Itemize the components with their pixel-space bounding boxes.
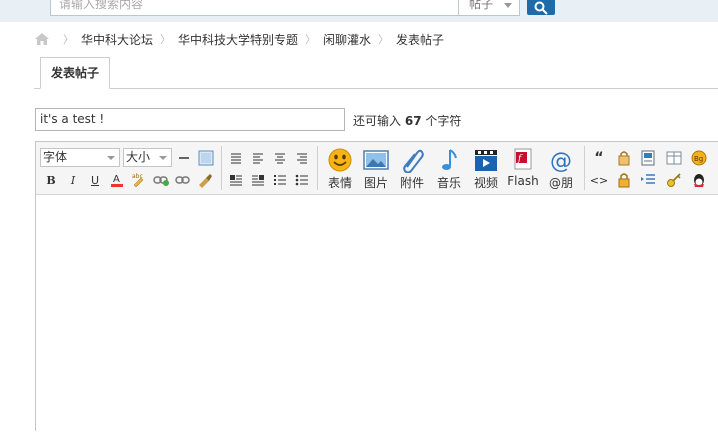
search-type-label: 帖子 — [469, 0, 494, 11]
breadcrumb-separator: 〉 — [160, 33, 172, 46]
table-icon[interactable] — [665, 149, 683, 167]
breadcrumb-item[interactable]: 华中科技大学特别专题 — [178, 31, 298, 48]
attachment-label: 附件 — [399, 176, 424, 190]
bold-button[interactable]: B — [42, 171, 60, 189]
background-music-icon[interactable]: Bg — [690, 149, 708, 167]
chevron-down-icon — [107, 156, 115, 160]
font-family-select[interactable]: 字体 — [40, 148, 120, 167]
toolbar-separator — [584, 146, 585, 190]
search-input[interactable]: 请输入搜索内容 — [50, 0, 460, 16]
font-size-select[interactable]: 大小 — [123, 148, 172, 167]
at-sign-icon: @ — [550, 149, 572, 173]
image-label: 图片 — [363, 176, 388, 190]
breadcrumb-item[interactable]: 华中科大论坛 — [81, 31, 153, 48]
float-left-icon[interactable] — [227, 171, 245, 189]
page-break-icon[interactable] — [639, 149, 657, 167]
smiley-icon — [328, 148, 352, 172]
indent-icon[interactable] — [639, 171, 657, 189]
post-editor: 字体 大小 B I U A abc 表情 图片 附件 音乐 视频 f Flash… — [35, 141, 718, 432]
align-left-icon[interactable] — [249, 149, 267, 167]
mention-button[interactable]: @ @朋 — [544, 147, 578, 193]
emoticon-button[interactable]: 表情 — [323, 147, 357, 193]
svg-text:Bg: Bg — [694, 155, 703, 163]
unlink-icon[interactable] — [174, 171, 192, 189]
spellcheck-icon[interactable]: abc — [130, 171, 148, 189]
toolbar-separator — [221, 146, 222, 190]
text-color-icon[interactable]: A — [108, 171, 126, 189]
chevron-down-icon — [159, 156, 167, 160]
breadcrumb-item[interactable]: 闲聊灌水 — [323, 31, 371, 48]
top-search-bar: 请输入搜索内容 帖子 — [0, 0, 718, 22]
subject-input[interactable]: it's a test ! — [35, 108, 345, 131]
breadcrumb: 〉 华中科大论坛 〉 华中科技大学特别专题 〉 闲聊灌水 〉 发表帖子 — [34, 30, 444, 48]
home-icon[interactable] — [34, 32, 50, 46]
code-button[interactable]: <> — [590, 171, 608, 189]
svg-text:@: @ — [550, 149, 572, 173]
svg-text:A: A — [113, 174, 120, 185]
flash-icon: f — [514, 148, 532, 170]
breadcrumb-separator: 〉 — [305, 33, 317, 46]
breadcrumb-separator: 〉 — [378, 33, 390, 46]
music-button[interactable]: 音乐 — [432, 147, 466, 193]
italic-button[interactable]: I — [64, 171, 82, 189]
search-icon — [534, 1, 548, 15]
video-button[interactable]: 视频 — [469, 147, 503, 193]
paperclip-icon — [403, 149, 424, 173]
tab-new-post[interactable]: 发表帖子 — [40, 57, 110, 89]
background-color-icon[interactable] — [197, 149, 215, 167]
flash-label: Flash — [507, 174, 539, 188]
music-label: 音乐 — [436, 176, 461, 190]
font-family-label: 字体 — [43, 150, 68, 164]
hide-content-icon[interactable] — [615, 171, 633, 189]
flash-button[interactable]: f Flash — [506, 147, 540, 193]
editor-toolbar: 字体 大小 B I U A abc 表情 图片 附件 音乐 视频 f Flash… — [36, 142, 718, 195]
ordered-list-icon[interactable] — [271, 171, 289, 189]
free-content-icon[interactable] — [615, 149, 633, 167]
music-note-icon — [442, 149, 457, 170]
unordered-list-icon[interactable] — [293, 171, 311, 189]
float-right-icon[interactable] — [249, 171, 267, 189]
chevron-down-icon — [504, 3, 512, 8]
remaining-chars: 还可输入 67 个字符 — [353, 112, 461, 129]
font-size-label: 大小 — [126, 150, 151, 164]
link-icon[interactable] — [152, 171, 170, 189]
tab-divider — [34, 88, 718, 89]
video-label: 视频 — [473, 176, 498, 190]
horizontal-rule-icon[interactable] — [175, 149, 193, 167]
qq-icon[interactable] — [690, 171, 708, 189]
search-button[interactable] — [527, 0, 555, 15]
quote-button[interactable]: “ — [590, 149, 608, 167]
remaining-prefix: 还可输入 — [353, 114, 402, 128]
clapperboard-icon — [475, 150, 497, 171]
toolbar-separator — [317, 146, 318, 190]
breadcrumb-separator: 〉 — [63, 33, 74, 46]
align-center-icon[interactable] — [271, 149, 289, 167]
emoticon-label: 表情 — [327, 176, 352, 190]
align-right-icon[interactable] — [293, 149, 311, 167]
image-button[interactable]: 图片 — [359, 147, 393, 193]
search-type-select[interactable]: 帖子 — [458, 0, 520, 16]
align-justify-icon[interactable] — [227, 149, 245, 167]
mention-label: @朋 — [548, 176, 573, 190]
remaining-suffix: 个字符 — [425, 114, 462, 128]
password-key-icon[interactable] — [665, 171, 683, 189]
breadcrumb-current: 发表帖子 — [396, 32, 445, 47]
remaining-count: 67 — [404, 114, 422, 128]
attachment-button[interactable]: 附件 — [395, 147, 429, 193]
underline-button[interactable]: U — [86, 171, 104, 189]
clear-format-icon[interactable] — [196, 171, 214, 189]
image-icon — [363, 150, 389, 170]
editor-body[interactable] — [36, 196, 718, 432]
